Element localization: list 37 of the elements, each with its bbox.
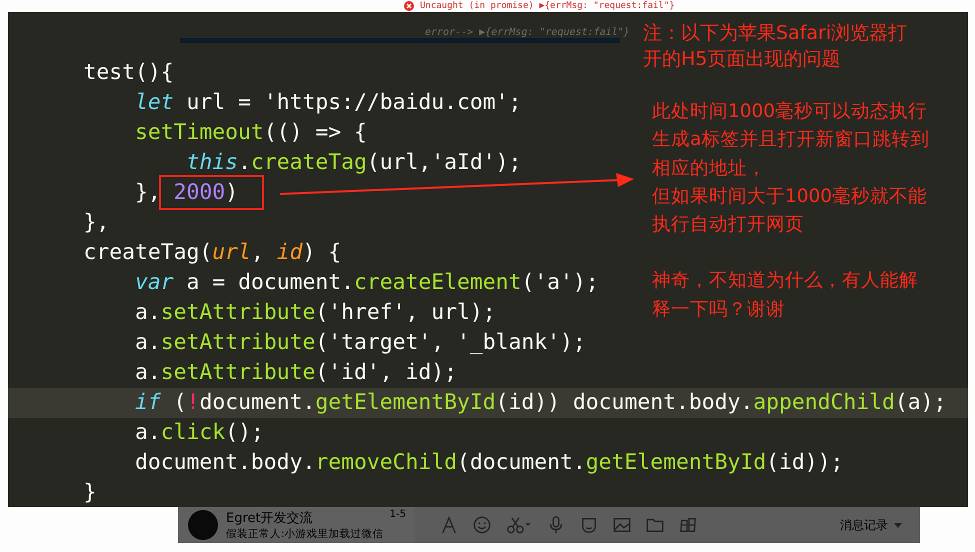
code-line: a.setAttribute('id', id);	[134, 359, 458, 387]
code-line: document.body.removeChild(document.getElementById(id));	[134, 449, 844, 477]
avatar	[188, 510, 218, 540]
console-error-text: Uncaught (in promise) ▶{errMsg: "request:fail"}	[420, 0, 675, 12]
code-line: createTag(url, id) {	[82, 239, 342, 267]
code-line: if (!document.getElementById(id)) document.body.appendChild(a);	[134, 389, 946, 417]
error-icon	[404, 1, 414, 11]
code-line: },	[82, 209, 110, 237]
code-line: setTimeout(() => {	[134, 119, 367, 147]
annotation-note: 神奇，不知道为什么，有人能解 释一下吗？谢谢	[652, 269, 919, 322]
folder-icon[interactable]	[646, 516, 664, 534]
caret-icon	[894, 522, 902, 528]
annotation-note: 注：以下为苹果Safari浏览器打 开的H5页面出现的问题	[643, 21, 908, 72]
code-line: test(){	[82, 59, 174, 87]
code-line: }	[82, 479, 96, 507]
font-icon[interactable]	[440, 516, 458, 534]
microphone-icon[interactable]	[547, 516, 565, 534]
message-history-button[interactable]: 消息记录	[836, 514, 906, 536]
scissors-icon[interactable]	[506, 516, 532, 534]
chat-name: Egret开发交流	[226, 510, 313, 527]
chat-preview: 假装正常人:小游戏里加载过微信	[226, 527, 385, 541]
chat-list-item[interactable]: Egret开发交流 1-5 假装正常人:小游戏里加载过微信	[178, 507, 414, 543]
smiley-icon[interactable]	[473, 516, 491, 534]
console-log-text: error--> ▶{errMsg: "request:fail"}	[425, 27, 630, 38]
code-line: a.click();	[134, 419, 264, 447]
code-line: }, 2000)	[32, 178, 264, 208]
annotation-note: 此处时间1000毫秒可以动态执行 生成a标签并且打开新窗口跳转到 相应的地址， 但如果时间大于1000毫秒就不能 执行自动打开网页	[652, 100, 930, 238]
code-line: let url = 'https://baidu.com';	[134, 89, 522, 117]
code-line: a.setAttribute('target', '_blank');	[134, 329, 586, 357]
highlight-box: 2000)	[158, 175, 264, 210]
code-line: this.createTag(url,'aId');	[186, 149, 522, 177]
image-icon[interactable]	[613, 516, 631, 534]
app-icon[interactable]	[679, 516, 697, 534]
mask-icon[interactable]	[580, 516, 598, 534]
code-line: var a = document.createElement('a');	[134, 269, 599, 297]
code-line: a.setAttribute('href', url);	[134, 299, 496, 327]
chat-time: 1-5	[390, 509, 406, 522]
